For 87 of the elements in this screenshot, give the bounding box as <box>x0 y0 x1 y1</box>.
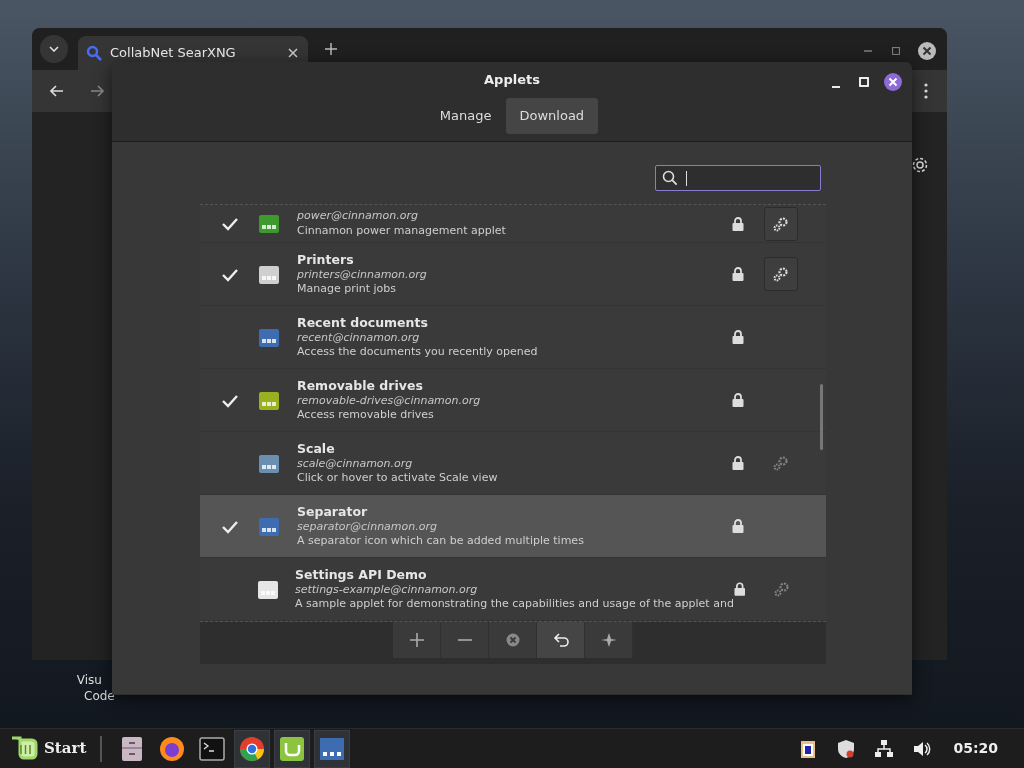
applet-uuid: removable-drives@cinnamon.org <box>297 393 482 409</box>
applet-description: Manage print jobs <box>297 282 398 297</box>
applet-description: Access the documents you recently opened <box>297 345 539 360</box>
more-button[interactable] <box>585 622 633 658</box>
close-icon <box>918 42 936 60</box>
applet-description: Cinnamon power management applet <box>297 223 507 238</box>
shield-icon <box>836 738 857 759</box>
window-title: Applets <box>484 71 540 90</box>
desktop-icon-label: Code <box>84 688 115 705</box>
applet-icon <box>258 516 280 537</box>
applet-description: Access removable drives <box>297 408 435 423</box>
applet-row[interactable]: Separator separator@cinnamon.org A separator icon which can be added multiple times <box>200 495 826 558</box>
search-icon <box>86 45 102 61</box>
gears-icon <box>772 214 790 233</box>
applet-name: Settings API Demo <box>294 566 428 583</box>
gears-icon <box>772 454 790 472</box>
close-tab-button[interactable] <box>286 46 300 60</box>
applet-description: A sample applet for demonstrating the capabilities and usage of the applet and <box>294 597 734 612</box>
start-button[interactable]: Start <box>6 735 91 762</box>
applet-uuid: scale@cinnamon.org <box>297 456 414 472</box>
plus-icon <box>408 632 425 648</box>
plus-icon <box>325 43 337 55</box>
gears-icon <box>772 580 791 598</box>
applet-uuid: power@cinnamon.org <box>297 209 419 224</box>
applet-uuid: separator@cinnamon.org <box>297 519 438 535</box>
gears-icon <box>772 265 790 283</box>
terminal-icon <box>198 734 227 763</box>
applet-uuid: settings-example@cinnamon.org <box>294 582 479 598</box>
applet-description: A separator icon which can be added multiple times <box>297 534 585 549</box>
search-field[interactable] <box>655 165 821 191</box>
kebab-menu-icon <box>924 83 928 99</box>
applet-uuid: printers@cinnamon.org <box>297 267 428 283</box>
browser-icon <box>158 734 187 763</box>
restore-button[interactable] <box>537 622 585 658</box>
minus-icon <box>456 639 473 641</box>
clock: 05:20 <box>953 739 998 758</box>
minimize-icon <box>831 86 841 88</box>
taskbar-app[interactable] <box>274 729 311 768</box>
configure-button[interactable] <box>764 206 798 241</box>
lock-icon <box>733 582 746 596</box>
arrow-right-icon <box>90 85 104 97</box>
configure-button[interactable] <box>764 257 798 291</box>
applet-icon <box>258 327 280 348</box>
lock-icon <box>732 519 744 533</box>
tab[interactable]: Manage <box>425 98 506 134</box>
applet-name: Separator <box>297 503 369 520</box>
close-icon <box>288 48 298 58</box>
chevron-down-icon <box>49 46 59 52</box>
taskbar-app[interactable] <box>234 729 271 768</box>
lock-icon <box>732 267 744 281</box>
taskbar-app[interactable] <box>314 729 351 768</box>
applet-icon <box>258 453 280 474</box>
applet-uuid: recent@cinnamon.org <box>297 330 421 346</box>
applet-icon <box>258 264 280 285</box>
settings-icon <box>911 156 929 174</box>
applet-description: Click or hover to activate Scale view <box>297 471 499 486</box>
tab-title: CollabNet SearXNG <box>110 44 237 63</box>
tab[interactable]: Download <box>505 98 599 134</box>
search-icon <box>662 170 678 186</box>
undo-icon <box>552 632 569 648</box>
applet-icon <box>258 390 280 411</box>
applet-name: Printers <box>297 251 355 268</box>
applet-icon <box>258 214 280 234</box>
lock-icon <box>732 330 744 344</box>
cancel-icon <box>504 632 521 648</box>
close-icon <box>884 73 902 91</box>
minimize-icon <box>864 50 872 52</box>
network-icon <box>874 738 895 759</box>
add-button[interactable] <box>393 622 441 658</box>
applet-name: Scale <box>297 440 336 457</box>
chrome-icon <box>238 734 267 763</box>
applet-icon <box>257 579 279 600</box>
lock-icon <box>732 216 744 231</box>
tab-list-button[interactable] <box>40 35 68 63</box>
lock-icon <box>732 393 744 407</box>
maximize-icon <box>859 77 869 87</box>
mint-logo-icon <box>278 734 307 763</box>
applet-row[interactable]: power@cinnamon.org Cinnamon power management applet <box>200 205 826 243</box>
mint-logo-icon <box>10 735 38 762</box>
arrow-left-icon <box>50 85 64 97</box>
applet-name: Removable drives <box>297 377 424 394</box>
scrollbar[interactable] <box>820 384 823 450</box>
applet-name: Recent documents <box>297 314 429 331</box>
uninstall-button[interactable] <box>489 622 537 658</box>
lock-icon <box>732 456 744 470</box>
maximize-icon <box>892 47 900 55</box>
desktop-icon-label: Visu <box>75 673 103 689</box>
